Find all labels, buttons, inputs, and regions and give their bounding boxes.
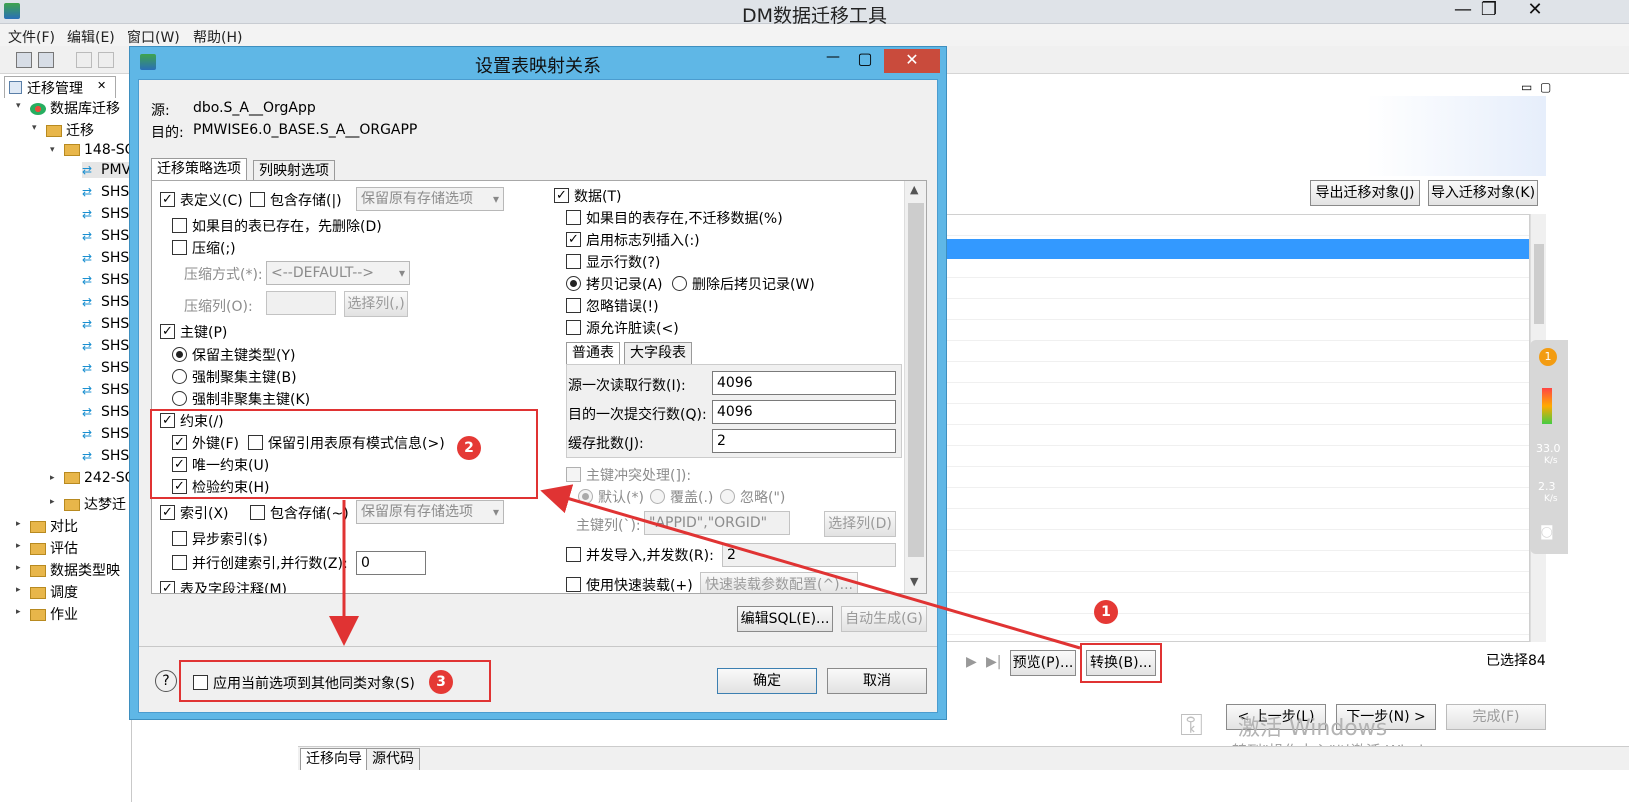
arrow-convert-to-constraints bbox=[540, 484, 1081, 650]
annotation-arrows bbox=[329, 484, 1081, 650]
